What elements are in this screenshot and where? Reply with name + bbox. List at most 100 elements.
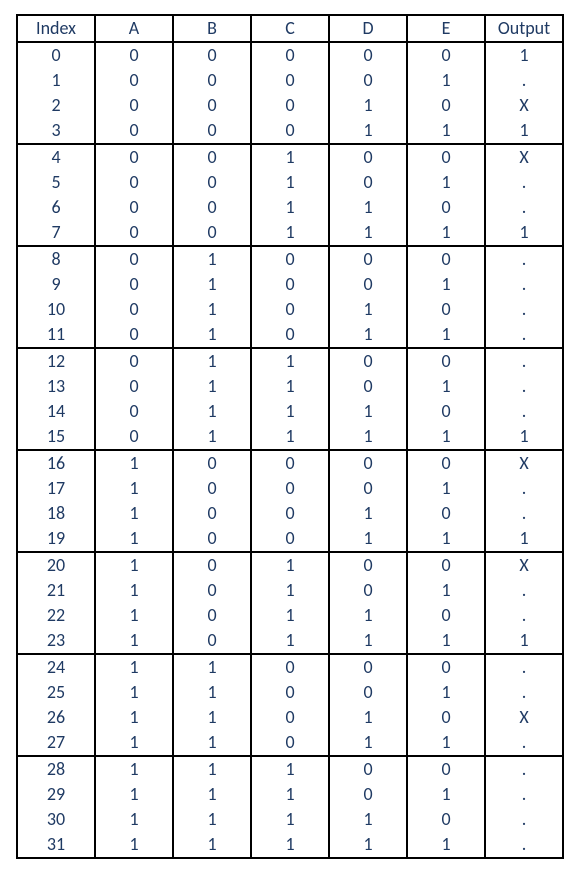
cell-index: 19 [17, 526, 95, 552]
cell-b: 1 [173, 399, 251, 424]
cell-d: 1 [329, 118, 407, 144]
cell-c: 0 [251, 42, 329, 68]
cell-e: 0 [407, 348, 485, 374]
col-header-index: Index [17, 15, 95, 42]
cell-b: 1 [173, 246, 251, 272]
cell-output: . [485, 603, 563, 628]
cell-output: . [485, 730, 563, 756]
table-row: 200010X [17, 93, 563, 118]
cell-b: 0 [173, 170, 251, 195]
col-header-c: C [251, 15, 329, 42]
cell-b: 1 [173, 680, 251, 705]
cell-d: 0 [329, 42, 407, 68]
cell-a: 1 [95, 501, 173, 526]
cell-d: 0 [329, 654, 407, 680]
cell-c: 0 [251, 450, 329, 476]
cell-c: 0 [251, 246, 329, 272]
cell-c: 1 [251, 578, 329, 603]
cell-index: 17 [17, 476, 95, 501]
col-header-e: E [407, 15, 485, 42]
cell-index: 7 [17, 220, 95, 246]
cell-a: 0 [95, 42, 173, 68]
cell-index: 23 [17, 628, 95, 654]
cell-b: 0 [173, 578, 251, 603]
cell-output: . [485, 680, 563, 705]
cell-b: 1 [173, 832, 251, 858]
cell-d: 0 [329, 450, 407, 476]
cell-index: 29 [17, 782, 95, 807]
cell-e: 1 [407, 68, 485, 93]
table-row: 500101. [17, 170, 563, 195]
cell-index: 27 [17, 730, 95, 756]
cell-e: 0 [407, 705, 485, 730]
table-row: 1201100. [17, 348, 563, 374]
cell-c: 0 [251, 272, 329, 297]
cell-e: 1 [407, 424, 485, 450]
cell-index: 13 [17, 374, 95, 399]
table-row: 3111111. [17, 832, 563, 858]
cell-index: 4 [17, 144, 95, 170]
table-row: 15011111 [17, 424, 563, 450]
table-row: 901001. [17, 272, 563, 297]
table-row: 1101011. [17, 322, 563, 348]
cell-a: 0 [95, 220, 173, 246]
cell-a: 0 [95, 348, 173, 374]
table-row: 3011110. [17, 807, 563, 832]
cell-d: 1 [329, 195, 407, 220]
cell-b: 0 [173, 118, 251, 144]
cell-output: . [485, 297, 563, 322]
cell-index: 8 [17, 246, 95, 272]
cell-e: 0 [407, 603, 485, 628]
cell-index: 25 [17, 680, 95, 705]
cell-output: . [485, 501, 563, 526]
cell-index: 0 [17, 42, 95, 68]
table-row: 23101111 [17, 628, 563, 654]
cell-c: 1 [251, 782, 329, 807]
table-row: 2210110. [17, 603, 563, 628]
cell-a: 1 [95, 680, 173, 705]
cell-b: 0 [173, 628, 251, 654]
cell-e: 1 [407, 730, 485, 756]
cell-a: 1 [95, 552, 173, 578]
cell-d: 0 [329, 272, 407, 297]
cell-d: 1 [329, 322, 407, 348]
cell-b: 0 [173, 552, 251, 578]
table-row: 2511001. [17, 680, 563, 705]
table-row: 1810010. [17, 501, 563, 526]
cell-d: 1 [329, 705, 407, 730]
cell-b: 1 [173, 730, 251, 756]
cell-output: . [485, 348, 563, 374]
cell-c: 0 [251, 118, 329, 144]
cell-index: 16 [17, 450, 95, 476]
cell-output: . [485, 322, 563, 348]
cell-d: 0 [329, 578, 407, 603]
table-row: 2110101. [17, 578, 563, 603]
cell-e: 1 [407, 680, 485, 705]
cell-index: 2 [17, 93, 95, 118]
cell-b: 1 [173, 272, 251, 297]
cell-d: 0 [329, 348, 407, 374]
cell-d: 1 [329, 399, 407, 424]
cell-output: 1 [485, 42, 563, 68]
cell-d: 1 [329, 807, 407, 832]
cell-output: . [485, 476, 563, 501]
cell-a: 0 [95, 195, 173, 220]
table-row: 400100X [17, 144, 563, 170]
cell-e: 1 [407, 272, 485, 297]
col-header-a: A [95, 15, 173, 42]
cell-c: 0 [251, 322, 329, 348]
table-row: 1710001. [17, 476, 563, 501]
truth-table-wrapper: Index A B C D E Output 0000001100001.200… [0, 0, 578, 873]
cell-b: 1 [173, 756, 251, 782]
cell-d: 0 [329, 476, 407, 501]
cell-e: 1 [407, 832, 485, 858]
table-row: 19100111 [17, 526, 563, 552]
cell-a: 1 [95, 654, 173, 680]
cell-e: 1 [407, 526, 485, 552]
cell-e: 1 [407, 118, 485, 144]
cell-output: X [485, 450, 563, 476]
cell-c: 0 [251, 730, 329, 756]
cell-c: 1 [251, 348, 329, 374]
cell-b: 1 [173, 374, 251, 399]
table-header-row: Index A B C D E Output [17, 15, 563, 42]
